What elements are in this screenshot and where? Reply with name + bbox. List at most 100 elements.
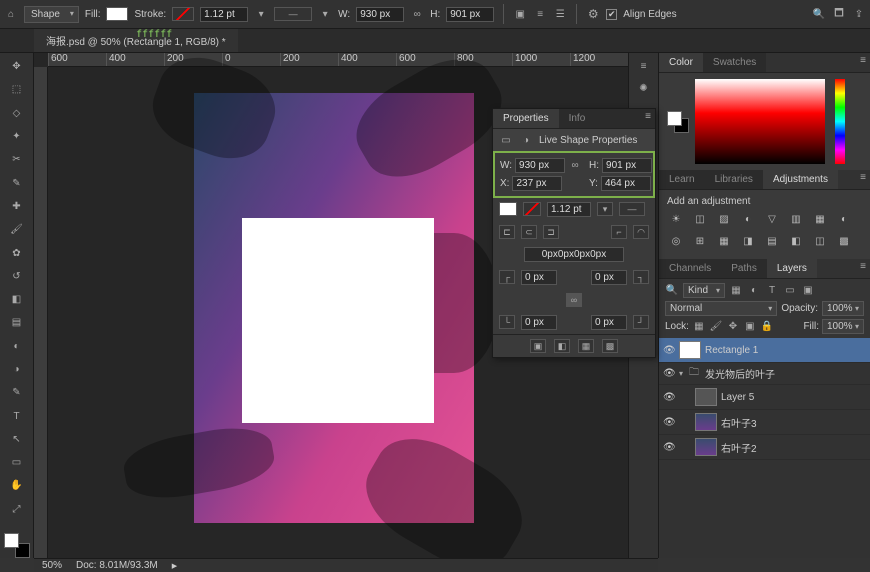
corner-tl-input[interactable] [521, 270, 557, 285]
join-round[interactable]: ◠ [633, 225, 649, 239]
share-icon[interactable]: ⇪ [852, 7, 866, 21]
layer-thumb[interactable] [695, 413, 717, 431]
layer-row[interactable]: 👁 右叶子3 [659, 410, 870, 435]
cap-round[interactable]: ⊂ [521, 225, 537, 239]
opacity-input[interactable]: 100% [822, 301, 864, 316]
foreground-color[interactable] [4, 533, 19, 548]
cap-square[interactable]: ⊐ [543, 225, 559, 239]
corner-tr[interactable]: ┐ [633, 270, 649, 284]
search-icon[interactable]: 🔍 [812, 7, 826, 21]
corner-bl-input[interactable] [521, 315, 557, 330]
tool-lasso[interactable]: ◇ [7, 104, 27, 123]
join-miter[interactable]: ⌐ [611, 225, 627, 239]
layer-thumb[interactable] [679, 341, 701, 359]
visibility-icon[interactable]: 👁 [663, 345, 675, 356]
photo-icon[interactable]: ◎ [667, 233, 685, 249]
tool-hand[interactable]: ✋ [7, 476, 27, 495]
vibrance-icon[interactable]: ▽ [763, 211, 781, 227]
stroke-swatch[interactable] [172, 7, 194, 21]
layer-thumb[interactable] [695, 388, 717, 406]
corner-br-input[interactable] [591, 315, 627, 330]
chevron-down-icon[interactable]: ▾ [254, 7, 268, 21]
tool-text[interactable]: T [7, 406, 27, 425]
layer-name[interactable]: 发光物后的叶子 [705, 366, 775, 381]
filter-shape-icon[interactable]: ▭ [783, 284, 797, 298]
arrange-icon[interactable]: ☰ [553, 7, 567, 21]
layer-name[interactable]: 右叶子3 [721, 415, 757, 430]
prop-x-input[interactable] [512, 176, 562, 191]
lock-trans-icon[interactable]: ▦ [692, 320, 706, 334]
tool-path[interactable]: ↖ [7, 430, 27, 449]
levels-icon[interactable]: ◫ [691, 211, 709, 227]
filter-pixel-icon[interactable]: ▦ [729, 284, 743, 298]
layer-thumb[interactable] [695, 438, 717, 456]
prop-y-input[interactable] [601, 176, 651, 191]
layer-name[interactable]: Rectangle 1 [705, 345, 758, 356]
visibility-icon[interactable]: 👁 [663, 368, 675, 379]
mix-icon[interactable]: ⊞ [691, 233, 709, 249]
stroke-type[interactable]: — [619, 202, 645, 216]
blend-mode-select[interactable]: Normal [665, 301, 777, 316]
corner-bl[interactable]: └ [499, 315, 515, 329]
visibility-icon[interactable]: 👁 [663, 392, 675, 403]
visibility-icon[interactable]: 👁 [663, 442, 675, 453]
rectangle-1-shape[interactable] [242, 218, 434, 423]
layer-row[interactable]: 👁 Rectangle 1 [659, 338, 870, 363]
layer-row[interactable]: 👁 ▾ 🗀 发光物后的叶子 [659, 363, 870, 385]
sat-icon[interactable]: ▦ [811, 211, 829, 227]
corner-br[interactable]: ┘ [633, 315, 649, 329]
stroke-width-input[interactable] [200, 7, 248, 22]
lock-paint-icon[interactable]: 🖌 [709, 320, 723, 334]
pathop-combine[interactable]: ▣ [530, 339, 546, 353]
panel-menu-icon[interactable]: ≡ [856, 53, 870, 67]
invert-icon[interactable]: ◨ [739, 233, 757, 249]
wheel-icon[interactable]: ✺ [637, 81, 651, 95]
search-icon[interactable]: 🔍 [665, 284, 679, 298]
tab-properties[interactable]: Properties [493, 109, 559, 128]
tool-clone[interactable]: ✿ [7, 243, 27, 262]
tab-swatches[interactable]: Swatches [703, 53, 766, 72]
prop-w-input[interactable] [515, 158, 565, 173]
chevron-down-icon[interactable]: ▾ [318, 7, 332, 21]
tool-zoom[interactable]: ⤢ [7, 500, 27, 519]
lut-icon[interactable]: ▦ [715, 233, 733, 249]
filter-kind-select[interactable]: Kind [683, 283, 725, 298]
fill-swatch[interactable] [499, 202, 517, 216]
gradmap-icon[interactable]: ◫ [811, 233, 829, 249]
zoom-level[interactable]: 50% [42, 560, 62, 571]
chevron-down-icon[interactable]: ▾ [597, 202, 613, 216]
layer-row[interactable]: 👁 右叶子2 [659, 435, 870, 460]
fill-opacity-input[interactable]: 100% [822, 319, 864, 334]
link-icon[interactable]: ∞ [566, 293, 582, 307]
bw-icon[interactable]: ◐ [835, 211, 853, 227]
tab-paths[interactable]: Paths [721, 259, 767, 278]
prop-h-input[interactable] [602, 158, 652, 173]
corner-tr-input[interactable] [591, 270, 627, 285]
filter-adj-icon[interactable]: ◐ [747, 284, 761, 298]
brightness-icon[interactable]: ☀ [667, 211, 685, 227]
foreground-background[interactable] [4, 533, 30, 558]
tool-mode-select[interactable]: Shape [24, 6, 79, 23]
width-input[interactable] [356, 7, 404, 22]
tab-libraries[interactable]: Libraries [705, 170, 763, 189]
gear-icon[interactable]: ⚙ [586, 7, 600, 21]
tab-color[interactable]: Color [659, 53, 703, 72]
fold-icon[interactable]: ▾ [679, 369, 683, 378]
tool-eraser[interactable]: ◧ [7, 290, 27, 309]
panel-menu-icon[interactable]: ≡ [856, 259, 870, 273]
tool-blur[interactable]: ◐ [7, 337, 27, 356]
panel-menu-icon[interactable]: ≡ [856, 170, 870, 184]
layer-name[interactable]: 右叶子2 [721, 440, 757, 455]
lock-all-icon[interactable]: 🔒 [760, 320, 774, 334]
tool-healing[interactable]: ✚ [7, 197, 27, 216]
hue-slider[interactable] [835, 79, 845, 164]
tool-wand[interactable]: ✦ [7, 127, 27, 146]
properties-panel[interactable]: Properties Info ≡ ▭ ◑ Live Shape Propert… [492, 108, 656, 358]
screenmode-icon[interactable]: 🗖 [832, 7, 846, 21]
align-edges-checkbox[interactable]: ✔ [606, 9, 617, 20]
fill-swatch[interactable] [106, 7, 128, 21]
stroke-width[interactable] [547, 202, 591, 217]
tab-info[interactable]: Info [559, 109, 596, 128]
poster-icon[interactable]: ▤ [763, 233, 781, 249]
cap-butt[interactable]: ⊏ [499, 225, 515, 239]
